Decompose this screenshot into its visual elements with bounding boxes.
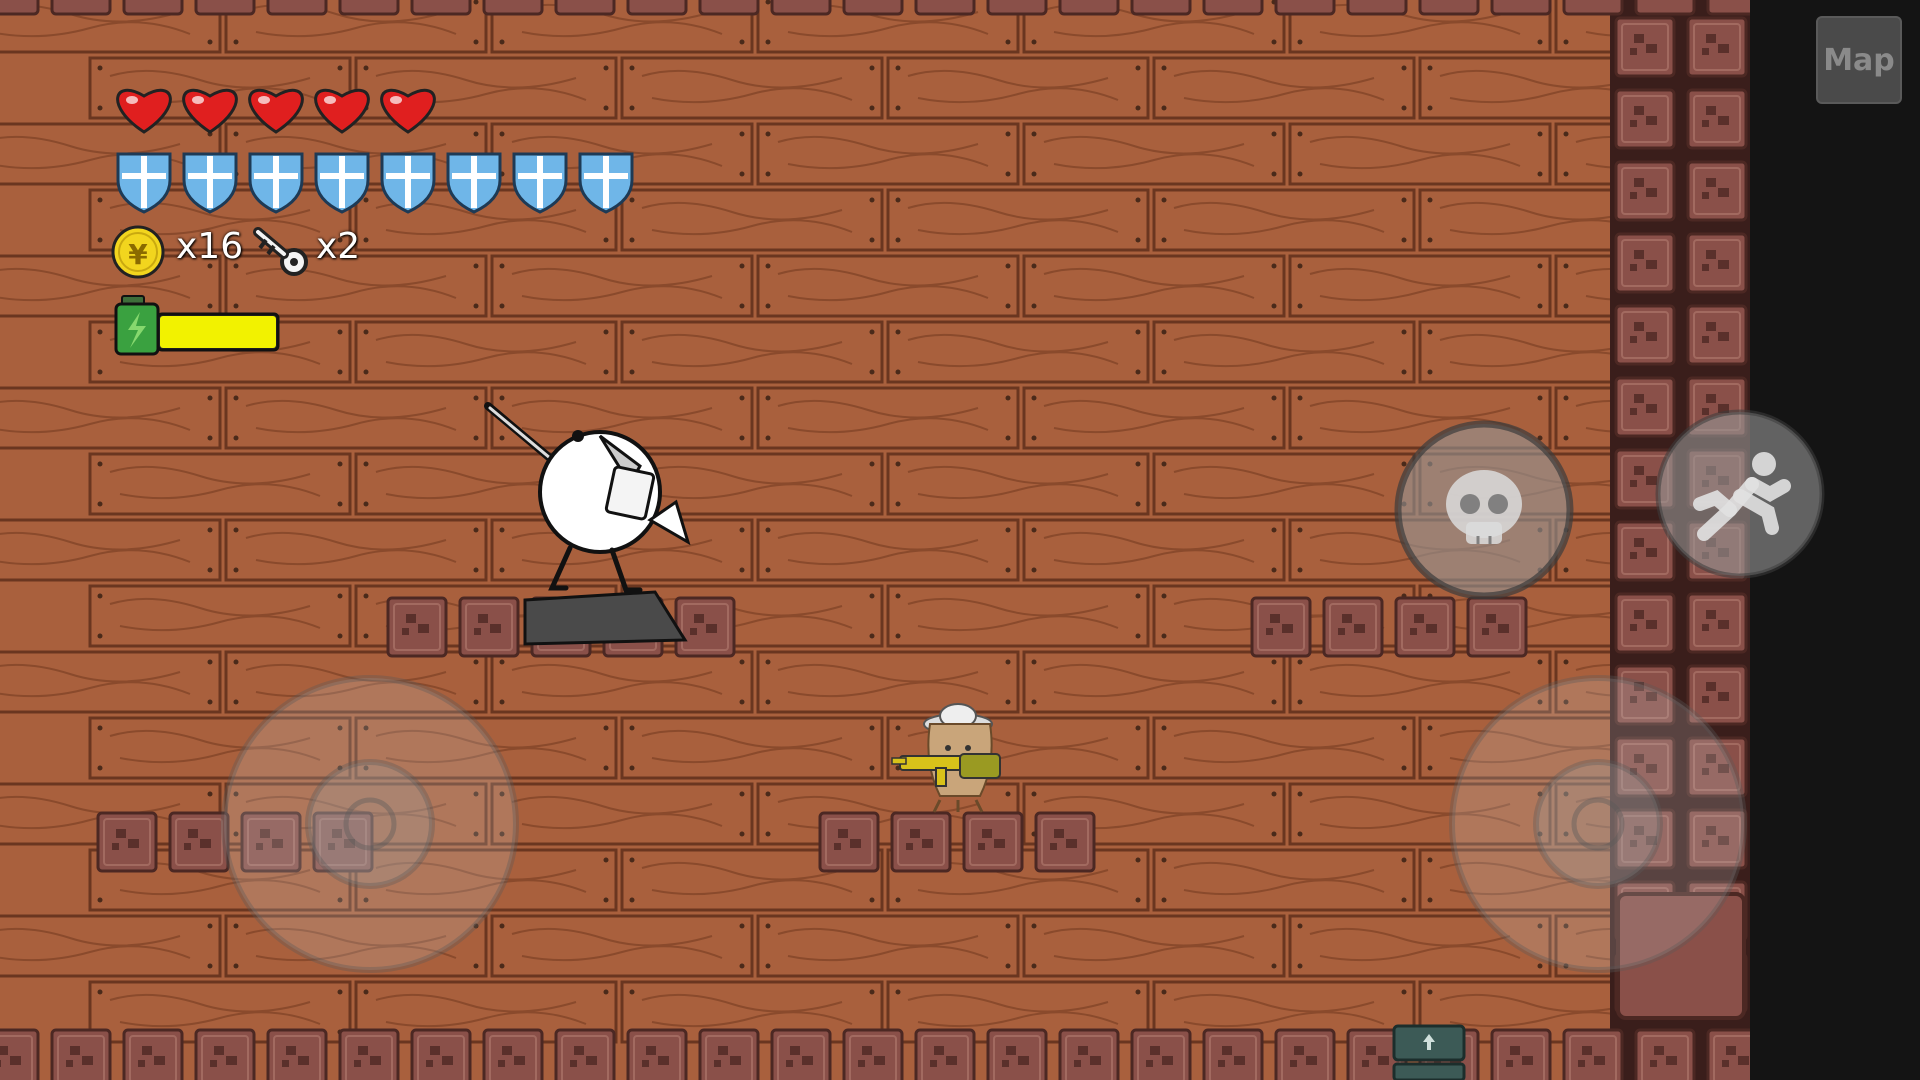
hud-overlay: ¥ bbox=[111, 88, 1825, 973]
energy-bar-fill bbox=[160, 316, 276, 348]
aim-joystick[interactable] bbox=[1449, 675, 1747, 973]
shield-icon bbox=[248, 152, 304, 214]
shield-icon bbox=[578, 152, 634, 214]
shield-icon bbox=[380, 152, 436, 214]
shield-icon bbox=[116, 152, 172, 214]
yen-coin-icon: ¥ bbox=[111, 225, 165, 279]
shield-icon bbox=[512, 152, 568, 214]
armor-shields bbox=[116, 152, 634, 214]
game-stage: ¥ x16 x2 Map bbox=[0, 0, 1920, 1080]
heart-icon bbox=[248, 88, 304, 134]
dash-button[interactable] bbox=[1655, 409, 1825, 579]
health-hearts bbox=[116, 88, 436, 134]
key-count: x2 bbox=[316, 226, 361, 267]
map-button[interactable]: Map bbox=[1816, 16, 1902, 104]
battery-icon bbox=[114, 295, 160, 356]
skill-button[interactable] bbox=[1394, 420, 1574, 600]
coin-count: x16 bbox=[176, 226, 244, 267]
heart-icon bbox=[182, 88, 238, 134]
shield-icon bbox=[446, 152, 502, 214]
heart-icon bbox=[380, 88, 436, 134]
move-joystick[interactable] bbox=[221, 675, 519, 973]
heart-icon bbox=[314, 88, 370, 134]
shield-icon bbox=[182, 152, 238, 214]
heart-icon bbox=[116, 88, 172, 134]
svg-text:¥: ¥ bbox=[128, 238, 148, 271]
shield-icon bbox=[314, 152, 370, 214]
key-icon bbox=[253, 227, 308, 276]
